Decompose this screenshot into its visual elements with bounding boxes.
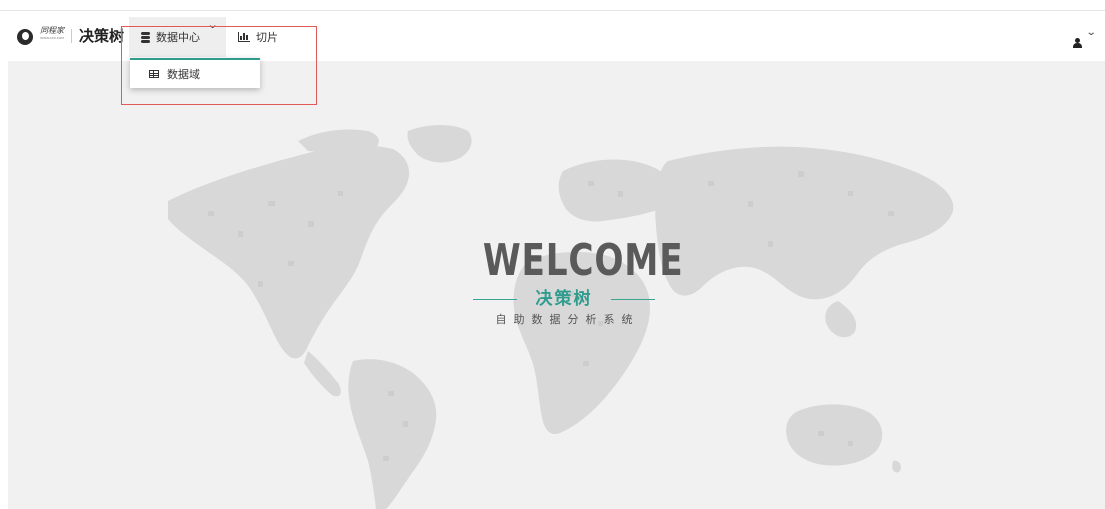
brand-right-rule	[611, 299, 655, 300]
dropdown-item-label: 数据域	[167, 68, 200, 81]
dropdown-item-data-domain[interactable]: 数据域	[130, 60, 260, 88]
user-menu-chevron-icon[interactable]: ⌄	[1086, 27, 1097, 38]
app-title[interactable]: 决策树	[79, 26, 124, 46]
nav-data-center-label: 数据中心	[156, 31, 200, 44]
chevron-down-icon[interactable]: ⌄	[207, 18, 219, 31]
brand-left-rule	[473, 299, 517, 300]
data-center-dropdown: 数据域	[130, 58, 260, 88]
bar-chart-icon	[238, 32, 250, 42]
navbar: 同程家 WWW.XXX.COM 决策树 数据中心 ⌄ 切片 ⌄	[0, 11, 1105, 61]
welcome-brand-row: 决策树	[460, 287, 668, 311]
logo-brand: 同程家	[40, 26, 64, 35]
welcome-subtitle: 自助数据分析系统	[495, 313, 640, 326]
nav-slice[interactable]: 切片	[238, 17, 278, 57]
welcome-brand: 决策树	[535, 289, 593, 309]
table-icon	[149, 70, 159, 78]
welcome-banner: WELCOME 决策树 自助数据分析系统	[460, 235, 684, 327]
logo[interactable]: 同程家 WWW.XXX.COM	[36, 26, 68, 40]
user-icon[interactable]	[1073, 38, 1083, 48]
welcome-title: WELCOME	[482, 235, 684, 286]
logo-tagline: WWW.XXX.COM	[40, 36, 64, 40]
welcome-content: WELCOME 决策树 自助数据分析系统	[8, 61, 1105, 509]
nav-slice-label: 切片	[256, 31, 278, 44]
logo-divider	[71, 29, 72, 43]
logo-icon[interactable]	[17, 29, 33, 45]
page: 同程家 WWW.XXX.COM 决策树 数据中心 ⌄ 切片 ⌄ WELCOME …	[0, 0, 1105, 509]
database-icon	[141, 31, 150, 43]
